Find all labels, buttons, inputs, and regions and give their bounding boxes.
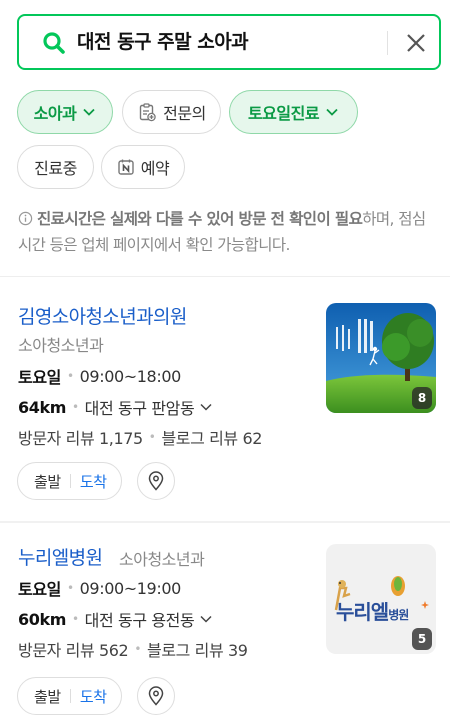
search-bar[interactable]: 대전 동구 주말 소아과 — [17, 14, 441, 70]
distance: 64km — [18, 397, 66, 417]
filter-chip-label: 소아과 — [33, 104, 77, 123]
divider — [0, 521, 450, 523]
open-hours: 09:00~18:00 — [79, 366, 182, 386]
hours-row: 토요일 • 09:00~19:00 — [18, 576, 181, 600]
arrive-button[interactable]: 도착 — [71, 471, 121, 492]
map-pin-button[interactable] — [137, 677, 175, 715]
reviews-row: 방문자 리뷰 1,175 • 블로그 리뷰 62 — [18, 425, 262, 449]
open-day: 토요일 — [18, 580, 61, 599]
filter-chip-label: 토요일진료 — [247, 104, 320, 123]
open-hours: 09:00~19:00 — [79, 578, 182, 598]
map-pin-icon — [148, 686, 164, 706]
clipboard-plus-icon — [139, 103, 156, 122]
map-pin-icon — [148, 471, 164, 491]
visitor-reviews[interactable]: 방문자 리뷰 1,175 — [18, 425, 143, 449]
visitor-reviews[interactable]: 방문자 리뷰 562 — [18, 637, 129, 661]
close-icon[interactable] — [403, 30, 429, 56]
distance: 60km — [18, 609, 66, 629]
open-day: 토요일 — [18, 368, 61, 387]
reviews-row: 방문자 리뷰 562 • 블로그 리뷰 39 — [18, 637, 248, 661]
notice-bold-text: 진료시간은 실제와 다를 수 있어 방문 전 확인이 필요 — [37, 210, 363, 228]
place-photo[interactable]: 누리엘병원 5 — [326, 544, 436, 654]
blog-reviews[interactable]: 블로그 리뷰 39 — [147, 637, 248, 661]
address: 대전 동구 판암동 — [84, 399, 195, 418]
filter-chip-open-now[interactable]: 진료중 — [17, 145, 94, 189]
filter-chip-saturday[interactable]: 토요일진료 — [229, 90, 358, 134]
search-input[interactable]: 대전 동구 주말 소아과 — [77, 16, 249, 68]
chevron-down-icon[interactable] — [199, 400, 213, 414]
place-photo[interactable]: 8 — [326, 303, 436, 413]
depart-button[interactable]: 출발 — [18, 686, 70, 707]
address: 대전 동구 용전동 — [84, 611, 195, 630]
place-name[interactable]: 누리엘병원 — [18, 543, 103, 570]
depart-button[interactable]: 출발 — [18, 471, 70, 492]
chevron-down-icon — [326, 108, 338, 116]
info-icon — [18, 211, 33, 226]
chevron-down-icon[interactable] — [199, 612, 213, 626]
route-buttons: 출발 도착 — [17, 462, 122, 500]
blog-reviews[interactable]: 블로그 리뷰 62 — [161, 425, 262, 449]
place-category: 소아청소년과 — [119, 550, 205, 569]
filter-chip-specialist[interactable]: 전문의 — [122, 90, 221, 134]
search-divider — [387, 31, 388, 55]
place-name[interactable]: 김영소아청소년과의원 — [18, 302, 187, 329]
place-category: 소아청소년과 — [18, 336, 104, 355]
hospital-logo-text: 누리엘병원 — [336, 600, 409, 624]
divider — [0, 276, 450, 277]
filter-chip-reservation[interactable]: 예약 — [101, 145, 185, 189]
hours-notice: 진료시간은 실제와 다를 수 있어 방문 전 확인이 필요하며, 점심시간 등은… — [18, 206, 438, 258]
filter-chip-pediatrics[interactable]: 소아과 — [17, 90, 113, 134]
photo-count-badge: 8 — [412, 387, 432, 409]
location-row[interactable]: 64km • 대전 동구 판암동 — [18, 395, 213, 419]
naver-booking-icon — [118, 159, 134, 175]
photo-count-badge: 5 — [412, 628, 432, 650]
filter-chip-label: 예약 — [140, 159, 170, 178]
map-pin-button[interactable] — [137, 462, 175, 500]
filter-chip-label: 전문의 — [163, 104, 206, 123]
chevron-down-icon — [83, 108, 95, 116]
location-row[interactable]: 60km • 대전 동구 용전동 — [18, 607, 213, 631]
filter-chip-label: 진료중 — [34, 159, 77, 178]
hours-row: 토요일 • 09:00~18:00 — [18, 364, 181, 388]
route-buttons: 출발 도착 — [17, 677, 122, 715]
arrive-button[interactable]: 도착 — [71, 686, 121, 707]
search-icon[interactable] — [41, 30, 67, 56]
